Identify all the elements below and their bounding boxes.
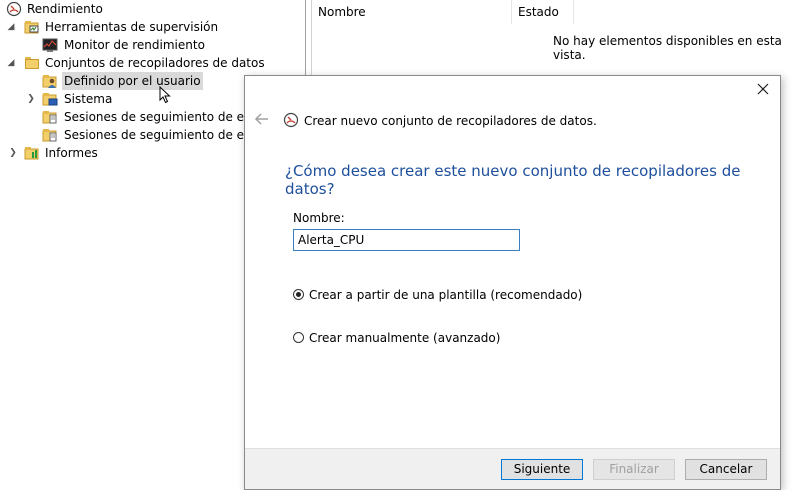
folder-monitor-icon: [24, 19, 40, 35]
close-icon: [757, 83, 769, 95]
chevron-down-icon[interactable]: ◢: [6, 18, 16, 36]
performance-gauge-icon: [6, 1, 22, 17]
folder-doc-icon: [42, 127, 58, 143]
cancel-button[interactable]: Cancelar: [685, 459, 767, 480]
name-label: Nombre:: [293, 211, 345, 225]
radio-template[interactable]: [293, 289, 304, 300]
folder-icon: [24, 55, 40, 71]
wizard-footer: Siguiente Finalizar Cancelar: [245, 448, 780, 489]
tree-item-label: Definido por el usuario: [62, 72, 203, 90]
option-template-label: Crear a partir de una plantilla (recomen…: [309, 288, 583, 302]
chevron-right-icon[interactable]: ❯: [8, 144, 18, 162]
tree-item-label: Conjuntos de recopiladores de datos: [45, 56, 265, 70]
tree-item-label: Monitor de rendimiento: [64, 38, 205, 52]
list-header: Nombre Estado: [312, 0, 798, 24]
performance-gauge-icon: [283, 112, 299, 128]
wizard-dialog: Crear nuevo conjunto de recopiladores de…: [244, 75, 781, 490]
mouse-pointer-icon: [159, 85, 171, 104]
user-folder-icon: [42, 73, 58, 89]
column-header-estado[interactable]: Estado: [512, 0, 574, 24]
tree-item-label: Herramientas de supervisión: [45, 20, 219, 34]
name-input[interactable]: [293, 229, 520, 251]
column-header-nombre[interactable]: Nombre: [312, 0, 512, 24]
wizard-title: Crear nuevo conjunto de recopiladores de…: [304, 114, 597, 128]
finish-button[interactable]: Finalizar: [593, 459, 675, 480]
tree-item-label: Sistema: [64, 92, 113, 106]
close-button[interactable]: [754, 82, 772, 100]
chart-icon: [42, 37, 58, 53]
report-folder-icon: [24, 145, 40, 161]
option-manual-label: Crear manualmente (avanzado): [309, 331, 501, 345]
radio-manual[interactable]: [293, 332, 304, 343]
empty-list-message: No hay elementos disponibles en esta vis…: [553, 34, 782, 62]
tree-item-label: Informes: [45, 146, 98, 160]
chevron-right-icon[interactable]: ❯: [26, 90, 36, 108]
chevron-down-icon[interactable]: ◢: [6, 54, 16, 72]
folder-doc-icon: [42, 109, 58, 125]
wizard-heading: ¿Cómo desea crear este nuevo conjunto de…: [285, 162, 741, 198]
next-button[interactable]: Siguiente: [501, 459, 583, 480]
tree-item-label: Rendimiento: [27, 2, 103, 16]
back-arrow-icon[interactable]: [254, 112, 270, 126]
system-folder-icon: [42, 91, 58, 107]
